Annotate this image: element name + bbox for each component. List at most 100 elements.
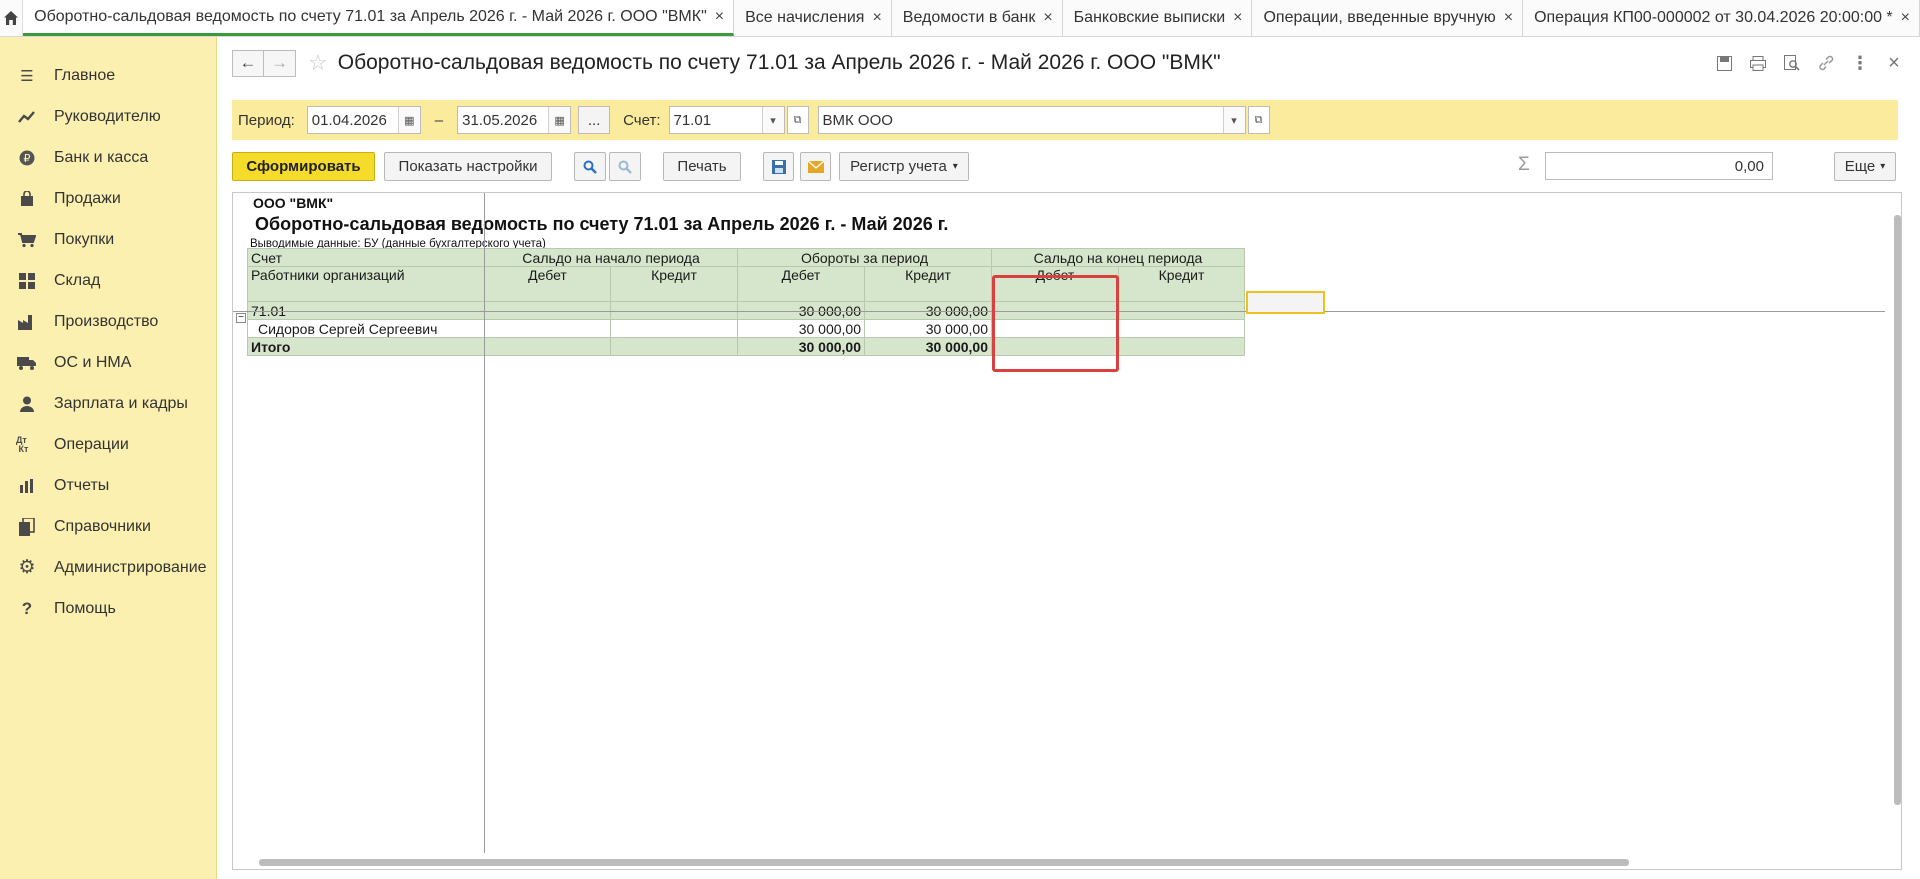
main-panel: ← → ☆ Оборотно-сальдовая ведомость по сч… bbox=[218, 37, 1920, 879]
sidebar-item-label: Главное bbox=[54, 66, 116, 84]
cell-open-credit bbox=[610, 337, 738, 356]
print-button[interactable]: Печать bbox=[663, 152, 741, 181]
sidebar-item-label: Склад bbox=[54, 271, 101, 289]
question-icon: ? bbox=[21, 598, 33, 618]
sidebar-item-label: Помощь bbox=[54, 599, 116, 617]
forward-button[interactable]: → bbox=[264, 49, 296, 77]
tab-label: Оборотно-сальдовая ведомость по счету 71… bbox=[34, 7, 707, 25]
cell-close-credit bbox=[1118, 319, 1245, 338]
selected-cell[interactable] bbox=[1246, 291, 1325, 314]
svg-text:₽: ₽ bbox=[24, 152, 31, 165]
tab-manual-operations[interactable]: Операции, введенные вручную × bbox=[1252, 0, 1524, 36]
row-total-label: Итого bbox=[247, 337, 485, 356]
back-button[interactable]: ← bbox=[232, 49, 264, 77]
horizontal-scrollbar[interactable] bbox=[233, 855, 1893, 869]
cell-turnover-credit: 30 000,00 bbox=[864, 319, 992, 338]
send-email-button[interactable] bbox=[800, 152, 831, 181]
vertical-scrollbar[interactable] bbox=[1893, 193, 1901, 853]
chevron-down-icon: ▾ bbox=[1880, 161, 1886, 172]
sum-field[interactable]: 0,00 bbox=[1545, 152, 1773, 180]
cell-open-debit bbox=[484, 319, 611, 338]
tab-osv-71-01[interactable]: Оборотно-сальдовая ведомость по счету 71… bbox=[23, 0, 735, 36]
sidebar-item-salary[interactable]: Зарплата и кадры bbox=[0, 383, 216, 424]
sidebar-item-help[interactable]: ? Помощь bbox=[0, 588, 216, 629]
calendar-icon[interactable]: ▦ bbox=[548, 107, 571, 133]
tab-label: Все начисления bbox=[745, 9, 865, 26]
sidebar-item-references[interactable]: Справочники bbox=[0, 506, 216, 547]
tab-operation-kp00[interactable]: Операция КП00-000002 от 30.04.2026 20:00… bbox=[1523, 0, 1920, 36]
warehouse-icon bbox=[16, 271, 38, 291]
date-to-field[interactable]: 31.05.2026 ▦ bbox=[457, 106, 572, 134]
chevron-down-icon[interactable]: ▾ bbox=[1222, 107, 1245, 133]
title-row: ← → ☆ Оборотно-сальдовая ведомость по сч… bbox=[232, 48, 1221, 78]
accounting-register-button[interactable]: Регистр учета ▾ bbox=[839, 152, 969, 181]
close-icon[interactable]: × bbox=[1901, 9, 1910, 27]
open-organization-button[interactable]: ⧉ bbox=[1247, 106, 1270, 134]
row-employee-name: Сидоров Сергей Сергеевич bbox=[247, 319, 485, 338]
arrow-left-icon: ← bbox=[239, 53, 257, 72]
more-button[interactable]: Еще ▾ bbox=[1834, 152, 1896, 181]
scroll-thumb[interactable] bbox=[1894, 215, 1901, 805]
organization-field[interactable]: ВМК ООО ▾ bbox=[817, 106, 1246, 134]
cart-icon bbox=[16, 230, 38, 250]
open-icon: ⧉ bbox=[1254, 113, 1263, 126]
tab-all-accruals[interactable]: Все начисления × bbox=[734, 0, 892, 36]
favorite-star-icon[interactable]: ☆ bbox=[308, 50, 328, 76]
collapse-group-icon[interactable]: − bbox=[236, 313, 246, 323]
highlight-closing-debit bbox=[992, 275, 1119, 372]
close-icon[interactable]: × bbox=[1043, 9, 1052, 27]
more-icon[interactable]: ⋮ bbox=[1848, 51, 1872, 75]
period-select-button[interactable]: ... bbox=[578, 106, 611, 134]
sidebar-item-warehouse[interactable]: Склад bbox=[0, 260, 216, 301]
sidebar-item-operations[interactable]: Дт Кт Операции bbox=[0, 424, 216, 465]
close-icon[interactable]: × bbox=[872, 9, 881, 27]
sidebar-item-administration[interactable]: ⚙ Администрирование bbox=[0, 547, 216, 588]
open-icon: ⧉ bbox=[793, 113, 802, 126]
books-icon bbox=[16, 517, 38, 537]
sidebar-item-main[interactable]: ☰ Главное bbox=[0, 55, 216, 96]
search-button[interactable] bbox=[574, 152, 606, 181]
sidebar-item-label: ОС и НМА bbox=[54, 353, 132, 371]
search-cancel-button[interactable] bbox=[609, 152, 641, 181]
print-icon[interactable] bbox=[1746, 51, 1770, 75]
date-to-value: 31.05.2026 bbox=[462, 111, 538, 129]
date-from-value: 01.04.2026 bbox=[311, 111, 387, 129]
sidebar-item-bank[interactable]: ₽ Банк и касса bbox=[0, 137, 216, 178]
sidebar-item-fixed-assets[interactable]: ОС и НМА bbox=[0, 342, 216, 383]
account-field[interactable]: 71.01 ▾ bbox=[668, 106, 785, 134]
sidebar-item-purchases[interactable]: Покупки bbox=[0, 219, 216, 260]
close-icon[interactable]: × bbox=[1504, 9, 1513, 27]
close-icon[interactable]: × bbox=[715, 8, 724, 26]
organization-value: ВМК ООО bbox=[822, 111, 893, 129]
preview-icon[interactable] bbox=[1780, 51, 1804, 75]
tab-bank-statements-payroll[interactable]: Ведомости в банк × bbox=[892, 0, 1063, 36]
report-org: ООО "ВМК" bbox=[253, 195, 334, 211]
tab-bank-statements[interactable]: Банковские выписки × bbox=[1063, 0, 1253, 36]
sidebar-item-manager[interactable]: Руководителю bbox=[0, 96, 216, 137]
tab-label: Банковские выписки bbox=[1073, 9, 1226, 26]
sidebar-item-sales[interactable]: Продажи bbox=[0, 178, 216, 219]
chevron-down-icon[interactable]: ▾ bbox=[761, 107, 784, 133]
date-from-field[interactable]: 01.04.2026 ▦ bbox=[306, 106, 421, 134]
tab-label: Ведомости в банк bbox=[902, 9, 1036, 26]
sidebar-item-production[interactable]: Производство bbox=[0, 301, 216, 342]
sidebar-item-reports[interactable]: Отчеты bbox=[0, 465, 216, 506]
header-closing-balance: Сальдо на конец периода bbox=[991, 248, 1245, 267]
save-report-button[interactable] bbox=[763, 152, 794, 181]
print-label: Печать bbox=[677, 158, 727, 175]
trend-icon bbox=[16, 107, 38, 127]
cell-open-credit bbox=[610, 319, 738, 338]
generate-button[interactable]: Сформировать bbox=[232, 152, 375, 181]
open-account-button[interactable]: ⧉ bbox=[786, 106, 809, 134]
show-settings-button[interactable]: Показать настройки bbox=[384, 152, 552, 181]
period-label: Период: bbox=[238, 111, 295, 129]
save-icon[interactable] bbox=[1712, 51, 1736, 75]
scroll-thumb[interactable] bbox=[259, 859, 1629, 866]
link-icon[interactable] bbox=[1814, 51, 1838, 75]
home-button[interactable] bbox=[0, 0, 24, 36]
factory-icon bbox=[16, 312, 38, 332]
close-icon[interactable]: × bbox=[1882, 51, 1906, 75]
close-icon[interactable]: × bbox=[1233, 9, 1242, 27]
calendar-icon[interactable]: ▦ bbox=[397, 107, 420, 133]
ruble-icon: ₽ bbox=[16, 148, 38, 168]
